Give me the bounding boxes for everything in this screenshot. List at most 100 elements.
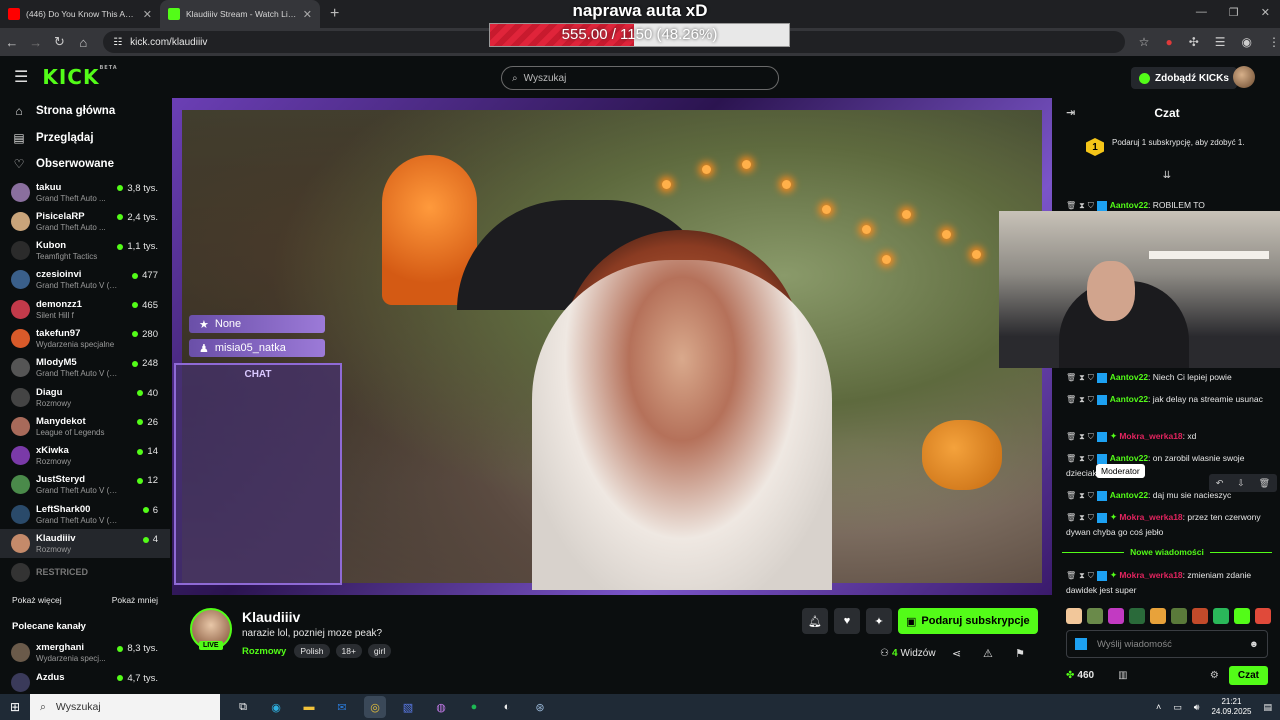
menu-icon[interactable]: ⋮: [1268, 35, 1280, 49]
sidebar-channel[interactable]: demonzz1 Silent Hill f 465: [0, 295, 170, 324]
volume-icon[interactable]: 🔊︎: [1194, 702, 1200, 713]
home-browser-icon[interactable]: ⌂: [71, 35, 95, 50]
sidebar-channel[interactable]: JustSterydGrand Theft Auto V (GTA) 12: [0, 470, 170, 499]
delete-badge-icon[interactable]: 🗑︎: [1066, 432, 1076, 441]
pinned-gift-prompt[interactable]: 1 Podaruj 1 subskrypcję, aby zdobyć 1.: [1062, 134, 1272, 170]
emote[interactable]: [1087, 608, 1103, 624]
delete-badge-icon[interactable]: 🗑︎: [1066, 571, 1076, 580]
obs-icon[interactable]: ◐: [496, 696, 518, 718]
delete-badge-icon[interactable]: 🗑︎: [1066, 454, 1076, 463]
chat-message[interactable]: 🗑︎ ⧗ ⛉ ✦ Mokra_werka18: zmieniam zdanie dawi…: [1066, 568, 1270, 597]
emoji-icon[interactable]: ☻: [1249, 639, 1259, 650]
puzzle-icon[interactable]: ✣: [1189, 35, 1199, 49]
tray-chevron-icon[interactable]: ˄: [1156, 702, 1161, 712]
emote[interactable]: [1213, 608, 1229, 624]
chat-settings-icon[interactable]: ⚙: [1210, 670, 1219, 681]
moderator-badge-icon[interactable]: ⛉: [1088, 513, 1094, 522]
restricted-channel[interactable]: RESTRICED: [0, 558, 170, 586]
chat-message[interactable]: 🗑︎ ⧗ ⛉ Aantov22: jak delay na streamie usun…: [1066, 392, 1270, 407]
chat-message[interactable]: 🗑︎ ⧗ ⛉ ✦ Mokra_werka18: przez ten czerwony d…: [1066, 510, 1270, 539]
delete-badge-icon[interactable]: 🗑︎: [1066, 201, 1076, 210]
timeout-icon[interactable]: ⧗: [1079, 395, 1085, 404]
word-icon[interactable]: ▧: [397, 696, 419, 718]
timeout-icon[interactable]: ⧗: [1079, 432, 1085, 441]
notification-bell-button[interactable]: 🔔︎: [802, 608, 828, 634]
delete-icon[interactable]: 🗑︎: [1259, 478, 1270, 489]
site-info-icon[interactable]: ☷: [113, 37, 122, 48]
moderator-badge-icon[interactable]: ⛉: [1088, 373, 1094, 382]
chat-username[interactable]: Mokra_werka18: [1119, 512, 1182, 522]
more-options-icon[interactable]: ⚑: [1015, 647, 1025, 660]
show-more-button[interactable]: Pokaż więcej: [12, 595, 62, 605]
chat-username[interactable]: Aantov22: [1110, 372, 1148, 382]
delete-badge-icon[interactable]: 🗑︎: [1066, 513, 1076, 522]
emote[interactable]: [1234, 608, 1250, 624]
moderator-badge-icon[interactable]: ⛉: [1088, 454, 1094, 463]
maximize-icon[interactable]: ❐: [1229, 6, 1239, 19]
user-avatar[interactable]: [1233, 66, 1255, 88]
chat-message[interactable]: 🗑︎ ⧗ ⛉ Aantov22: Niech Ci lepiej powie: [1066, 370, 1270, 385]
sidebar-channel[interactable]: takefun97 Wydarzenia specjalne 280: [0, 324, 170, 353]
new-tab-button[interactable]: +: [320, 5, 349, 23]
task-view-icon[interactable]: ⧉: [232, 696, 254, 718]
file-explorer-icon[interactable]: ▬: [298, 696, 320, 718]
chat-username[interactable]: Aantov22: [1110, 453, 1148, 463]
get-kicks-button[interactable]: Zdobądź KICKs: [1131, 67, 1237, 89]
emote[interactable]: [1171, 608, 1187, 624]
taskbar-search[interactable]: ⌕ Wyszukaj: [30, 694, 220, 720]
tag[interactable]: Polish: [294, 644, 330, 658]
sidebar-channel[interactable]: Kubon Teamfight Tactics 1,1 tys.: [0, 236, 170, 265]
close-icon[interactable]: ✕: [303, 8, 312, 21]
browser-tab-youtube[interactable]: (446) Do You Know This Amazi... ✕: [0, 0, 160, 28]
sidebar-channel[interactable]: Diagu Rozmowy 40: [0, 383, 170, 412]
timeout-icon[interactable]: ⧗: [1079, 454, 1085, 463]
channel-name[interactable]: Klaudiiiv: [242, 609, 300, 625]
browser-tab-kick[interactable]: Klaudiiiv Stream - Watch Live o... ✕: [160, 0, 320, 28]
sidebar-item-following[interactable]: ♡ Obserwowane: [0, 151, 170, 178]
timeout-icon[interactable]: ⧗: [1079, 201, 1085, 210]
chat-username[interactable]: Mokra_werka18: [1119, 570, 1182, 580]
kick-logo[interactable]: KICKBETA: [42, 65, 117, 89]
sparkle-button[interactable]: ✦: [866, 608, 892, 634]
spotify-icon[interactable]: ●: [463, 696, 485, 718]
delete-badge-icon[interactable]: 🗑︎: [1066, 395, 1076, 404]
emote[interactable]: [1192, 608, 1208, 624]
channel-points[interactable]: ✤ 460: [1066, 670, 1094, 681]
chat-username[interactable]: Mokra_werka18: [1119, 431, 1182, 441]
tag[interactable]: 18+: [335, 644, 362, 658]
notifications-icon[interactable]: ▤: [1263, 702, 1272, 713]
sidebar-channel[interactable]: xmerghani Wydarzenia specj... 8,3 tys.: [0, 638, 170, 667]
steam-icon[interactable]: ⊛: [529, 696, 551, 718]
forward-icon[interactable]: →: [24, 35, 48, 50]
timeout-icon[interactable]: ⧗: [1079, 513, 1085, 522]
moderator-badge-icon[interactable]: ⛉: [1088, 395, 1094, 404]
emote[interactable]: [1066, 608, 1082, 624]
chat-message[interactable]: 🗑︎ ⧗ ⛉ ✦ Mokra_werka18: xd: [1066, 429, 1270, 444]
moderator-badge-icon[interactable]: ⛉: [1088, 571, 1094, 580]
clock[interactable]: 21:21 24.09.2025: [1211, 697, 1251, 717]
store-icon[interactable]: ▥: [1118, 670, 1127, 681]
delete-badge-icon[interactable]: 🗑︎: [1066, 491, 1076, 500]
chat-username[interactable]: Aantov22: [1110, 200, 1148, 210]
share-icon[interactable]: ⋖: [952, 647, 961, 660]
send-chat-button[interactable]: Czat: [1228, 665, 1268, 685]
reload-icon[interactable]: ↻: [48, 34, 72, 50]
emote[interactable]: [1129, 608, 1145, 624]
search-input[interactable]: ⌕ Wyszukaj: [501, 66, 779, 90]
emote[interactable]: [1108, 608, 1124, 624]
sidebar-channel[interactable]: xKiwka Rozmowy 14: [0, 441, 170, 470]
follow-heart-button[interactable]: ♥: [834, 608, 860, 634]
windows-start-icon[interactable]: ⊞: [0, 700, 30, 714]
reading-list-icon[interactable]: ☰: [1215, 35, 1226, 49]
moderator-badge-icon[interactable]: ⛉: [1088, 432, 1094, 441]
minimize-icon[interactable]: —: [1196, 6, 1207, 19]
emote[interactable]: [1255, 608, 1271, 624]
collapse-chat-icon[interactable]: ⇥: [1066, 106, 1075, 119]
back-icon[interactable]: ←: [0, 35, 24, 50]
sidebar-item-browse[interactable]: ▤ Przeglądaj: [0, 125, 170, 152]
reply-icon[interactable]: ↶: [1216, 478, 1224, 489]
pinned-collapse-icon[interactable]: ⇊: [1054, 170, 1280, 184]
sidebar-channel[interactable]: czesioinvi Grand Theft Auto V (G... 477: [0, 265, 170, 294]
close-window-icon[interactable]: ✕: [1261, 6, 1270, 19]
bookmark-star-icon[interactable]: ☆: [1139, 35, 1150, 49]
